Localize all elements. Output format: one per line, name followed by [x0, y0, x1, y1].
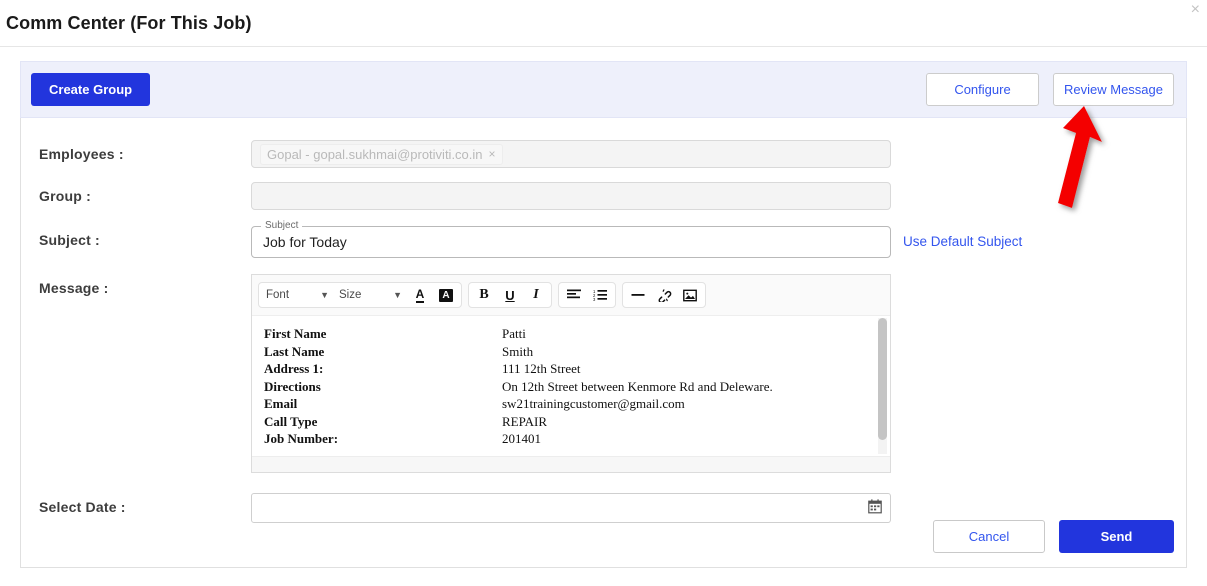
select-date-input[interactable] [251, 493, 891, 523]
send-button[interactable]: Send [1059, 520, 1174, 553]
underline-icon[interactable]: U [498, 285, 522, 305]
chip-remove-icon[interactable]: × [489, 147, 496, 161]
message-value: 201401 [502, 431, 541, 446]
employee-chip-label: Gopal - gopal.sukhmai@protiviti.co.in [267, 146, 483, 162]
editor-scrollbar[interactable] [878, 318, 887, 454]
editor-toolbar: Font ▼ Size ▼ A A B U I 1 2 3 [252, 275, 890, 316]
table-row: Call Type REPAIR [264, 414, 773, 432]
message-field-col: Font ▼ Size ▼ A A B U I 1 2 3 First Name… [251, 274, 1166, 473]
employees-label: Employees : [39, 146, 124, 162]
action-bar: Create Group Configure Review Message [20, 61, 1187, 118]
message-value: sw21trainingcustomer@gmail.com [502, 396, 685, 411]
ordered-list-icon[interactable]: 1 2 3 [588, 285, 612, 305]
review-message-button[interactable]: Review Message [1053, 73, 1174, 106]
calendar-icon[interactable] [868, 499, 882, 514]
message-row: Message : Font ▼ Size ▼ A A B U I 1 2 3 … [21, 274, 1186, 473]
message-key: Call Type [264, 413, 318, 429]
toolbar-group-style: B U I [468, 282, 552, 308]
svg-text:3: 3 [593, 297, 596, 301]
unlink-icon[interactable] [652, 285, 676, 305]
message-value: On 12th Street between Kenmore Rd and De… [502, 378, 773, 394]
subject-field-col: Subject Job for Today Use Default Subjec… [251, 220, 1166, 258]
table-row: Directions On 12th Street between Kenmor… [264, 379, 773, 397]
table-row: Address 1: 111 12th Street [264, 361, 773, 379]
table-row: Last Name Smith [264, 344, 773, 362]
form-panel: Employees : Gopal - gopal.sukhmai@protiv… [20, 118, 1187, 568]
subject-floating-label: Subject [261, 220, 303, 231]
chevron-down-icon: ▼ [320, 290, 329, 300]
message-content-table: First Name Patti Last Name Smith Address… [264, 326, 773, 449]
subject-label: Subject : [39, 232, 100, 248]
employee-chip[interactable]: Gopal - gopal.sukhmai@protiviti.co.in × [260, 143, 503, 165]
message-value: REPAIR [502, 413, 548, 429]
message-key: First Name [264, 326, 327, 341]
font-family-label: Font [266, 289, 290, 301]
message-label: Message : [39, 280, 109, 296]
select-date-row: Select Date : [21, 493, 1186, 523]
align-left-icon[interactable] [562, 285, 586, 305]
table-row: Email sw21trainingcustomer@gmail.com [264, 396, 773, 414]
font-family-select[interactable]: Font ▼ [262, 287, 333, 303]
message-value: 111 12th Street [502, 361, 581, 376]
editor-body[interactable]: First Name Patti Last Name Smith Address… [252, 316, 890, 456]
toolbar-group-insert [622, 282, 706, 308]
insert-image-icon[interactable] [678, 285, 702, 305]
subject-input[interactable]: Subject Job for Today [251, 220, 891, 258]
font-size-label: Size [339, 289, 362, 301]
cancel-button[interactable]: Cancel [933, 520, 1045, 553]
table-row: Job Number: 201401 [264, 431, 773, 449]
italic-icon[interactable]: I [524, 285, 548, 305]
employees-row: Employees : Gopal - gopal.sukhmai@protiv… [21, 140, 1186, 168]
background-color-icon[interactable]: A [434, 285, 458, 305]
message-value: Smith [502, 343, 534, 359]
configure-button[interactable]: Configure [926, 73, 1039, 106]
editor-status-bar [252, 456, 890, 472]
subject-row: Subject : Subject Job for Today Use Defa… [21, 220, 1186, 258]
font-size-select[interactable]: Size ▼ [335, 287, 406, 303]
rich-text-editor: Font ▼ Size ▼ A A B U I 1 2 3 First Name… [251, 274, 891, 473]
group-field-col [251, 182, 1166, 210]
message-key: Last Name [264, 343, 325, 359]
select-date-field-col [251, 493, 1166, 523]
footer-actions: Cancel Send [933, 520, 1174, 553]
group-label: Group : [39, 188, 91, 204]
employees-input[interactable]: Gopal - gopal.sukhmai@protiviti.co.in × [251, 140, 891, 168]
use-default-subject-link[interactable]: Use Default Subject [903, 234, 1022, 249]
toolbar-group-paragraph: 1 2 3 [558, 282, 616, 308]
font-color-icon[interactable]: A [408, 285, 432, 305]
dialog-header: Comm Center (For This Job) × [0, 0, 1207, 47]
message-key: Email [264, 396, 298, 411]
bold-icon[interactable]: B [472, 285, 496, 305]
employees-field-col: Gopal - gopal.sukhmai@protiviti.co.in × [251, 140, 1166, 168]
group-input[interactable] [251, 182, 891, 210]
create-group-button[interactable]: Create Group [31, 73, 151, 106]
page-title: Comm Center (For This Job) [6, 12, 252, 33]
toolbar-group-font: Font ▼ Size ▼ A A [258, 282, 462, 308]
dialog-content: Create Group Configure Review Message Em… [0, 47, 1207, 568]
message-value: Patti [502, 326, 526, 341]
action-bar-right-group: Configure Review Message [926, 73, 1174, 106]
message-key: Directions [264, 378, 321, 394]
subject-value: Job for Today [263, 234, 347, 250]
horizontal-rule-icon[interactable] [626, 285, 650, 305]
table-row: First Name Patti [264, 326, 773, 344]
close-icon[interactable]: × [1191, 2, 1200, 18]
chevron-down-icon: ▼ [393, 290, 402, 300]
message-key: Job Number: [264, 431, 339, 446]
editor-scrollbar-thumb[interactable] [878, 318, 887, 440]
select-date-label: Select Date : [39, 499, 126, 515]
message-key: Address 1: [264, 361, 324, 376]
message-rows: First Name Patti Last Name Smith Address… [264, 326, 773, 449]
group-row: Group : [21, 182, 1186, 210]
